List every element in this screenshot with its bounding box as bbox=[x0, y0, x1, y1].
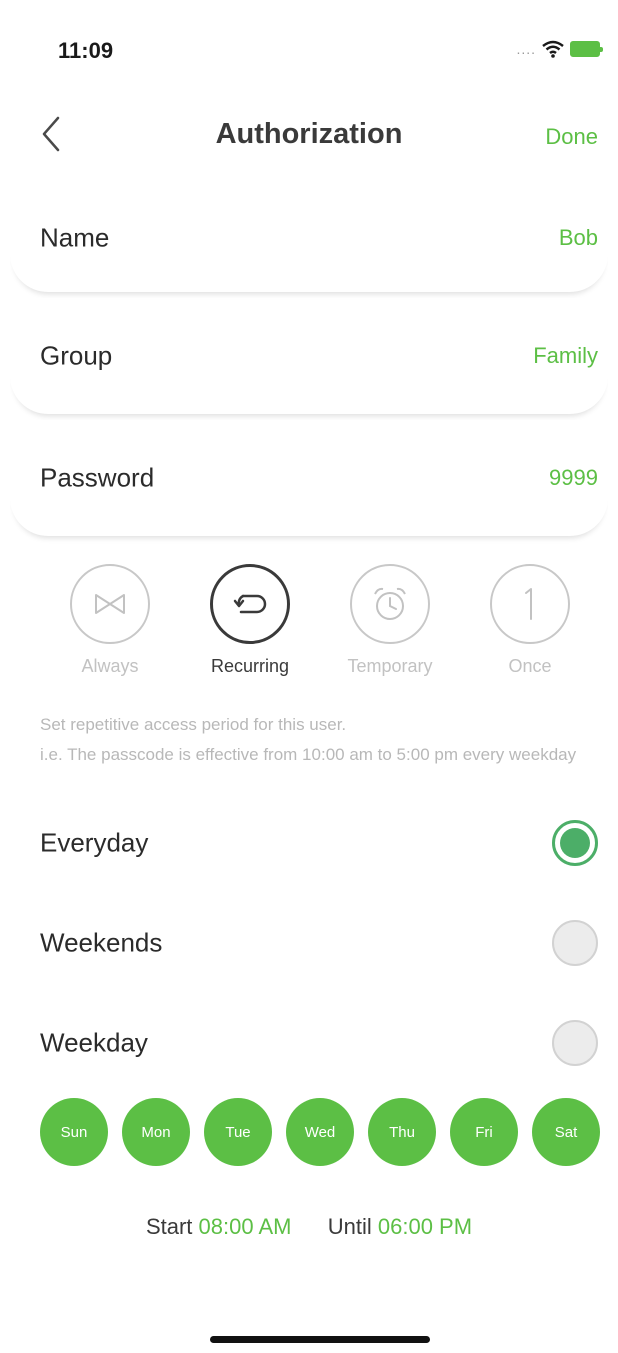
wifi-icon bbox=[542, 40, 564, 58]
option-weekday[interactable]: Weekday bbox=[10, 1008, 608, 1078]
mode-once-circle bbox=[490, 564, 570, 644]
day-thu[interactable]: Thu bbox=[368, 1098, 436, 1166]
mode-temporary-circle bbox=[350, 564, 430, 644]
option-weekday-label: Weekday bbox=[40, 1027, 148, 1058]
alarm-clock-icon bbox=[374, 587, 406, 620]
time-range: Start 08:00 AM Until 06:00 PM bbox=[10, 1214, 608, 1240]
mode-description: Set repetitive access period for this us… bbox=[40, 710, 600, 770]
status-time: 11:09 bbox=[58, 38, 114, 63]
status-icons: .... bbox=[516, 40, 603, 58]
password-label: Password bbox=[40, 462, 155, 493]
radio-everyday[interactable] bbox=[552, 820, 598, 866]
mode-always-circle bbox=[70, 564, 150, 644]
until-time[interactable]: 06:00 PM bbox=[378, 1214, 472, 1239]
bowtie-icon bbox=[95, 594, 125, 614]
option-everyday[interactable]: Everyday bbox=[10, 808, 608, 878]
mode-once[interactable]: Once bbox=[475, 564, 585, 677]
day-sat[interactable]: Sat bbox=[532, 1098, 600, 1166]
mode-recurring-circle bbox=[210, 564, 290, 644]
name-row[interactable]: Name Bob bbox=[10, 186, 608, 292]
day-selector: Sun Mon Tue Wed Thu Fri Sat bbox=[40, 1098, 600, 1166]
mode-temporary[interactable]: Temporary bbox=[335, 564, 445, 677]
mode-once-label: Once bbox=[508, 656, 552, 676]
signal-icon: .... bbox=[516, 41, 536, 57]
page-title: Authorization bbox=[215, 118, 403, 150]
password-value: 9999 bbox=[549, 465, 598, 490]
mode-temporary-label: Temporary bbox=[347, 656, 433, 676]
description-line-1: Set repetitive access period for this us… bbox=[40, 715, 347, 734]
status-bar: 11:09 .... bbox=[10, 8, 608, 92]
battery-icon bbox=[570, 41, 603, 57]
repeat-icon bbox=[233, 594, 267, 614]
group-label: Group bbox=[40, 340, 113, 371]
radio-weekends[interactable] bbox=[552, 920, 598, 966]
radio-weekday[interactable] bbox=[552, 1020, 598, 1066]
mode-always[interactable]: Always bbox=[55, 564, 165, 677]
day-tue[interactable]: Tue bbox=[204, 1098, 272, 1166]
mode-recurring-label: Recurring bbox=[210, 656, 290, 676]
mode-recurring[interactable]: Recurring bbox=[195, 564, 305, 677]
until-label: Until bbox=[327, 1214, 372, 1239]
password-row[interactable]: Password 9999 bbox=[10, 420, 608, 536]
start-label: Start bbox=[145, 1214, 193, 1239]
day-fri[interactable]: Fri bbox=[450, 1098, 518, 1166]
description-line-2: i.e. The passcode is effective from 10:0… bbox=[40, 745, 577, 764]
group-row[interactable]: Group Family bbox=[10, 298, 608, 414]
phone-screen: 11:09 .... Authorization Done Name Bob G… bbox=[10, 8, 608, 1348]
mode-always-label: Always bbox=[81, 656, 139, 676]
done-button[interactable]: Done bbox=[545, 124, 598, 150]
name-value: Bob bbox=[558, 225, 598, 250]
nav-bar: Authorization Done bbox=[10, 98, 608, 172]
start-time[interactable]: 08:00 AM bbox=[199, 1214, 292, 1239]
home-indicator bbox=[210, 1336, 430, 1343]
option-weekends[interactable]: Weekends bbox=[10, 908, 608, 978]
group-value: Family bbox=[533, 343, 598, 368]
day-sun[interactable]: Sun bbox=[40, 1098, 108, 1166]
option-everyday-label: Everyday bbox=[40, 827, 149, 858]
number-one-icon bbox=[525, 588, 532, 620]
day-wed[interactable]: Wed bbox=[286, 1098, 354, 1166]
access-mode-selector: Always Recurring Temporary Once bbox=[10, 564, 608, 694]
name-label: Name bbox=[40, 222, 110, 253]
day-mon[interactable]: Mon bbox=[122, 1098, 190, 1166]
option-weekends-label: Weekends bbox=[40, 927, 163, 958]
